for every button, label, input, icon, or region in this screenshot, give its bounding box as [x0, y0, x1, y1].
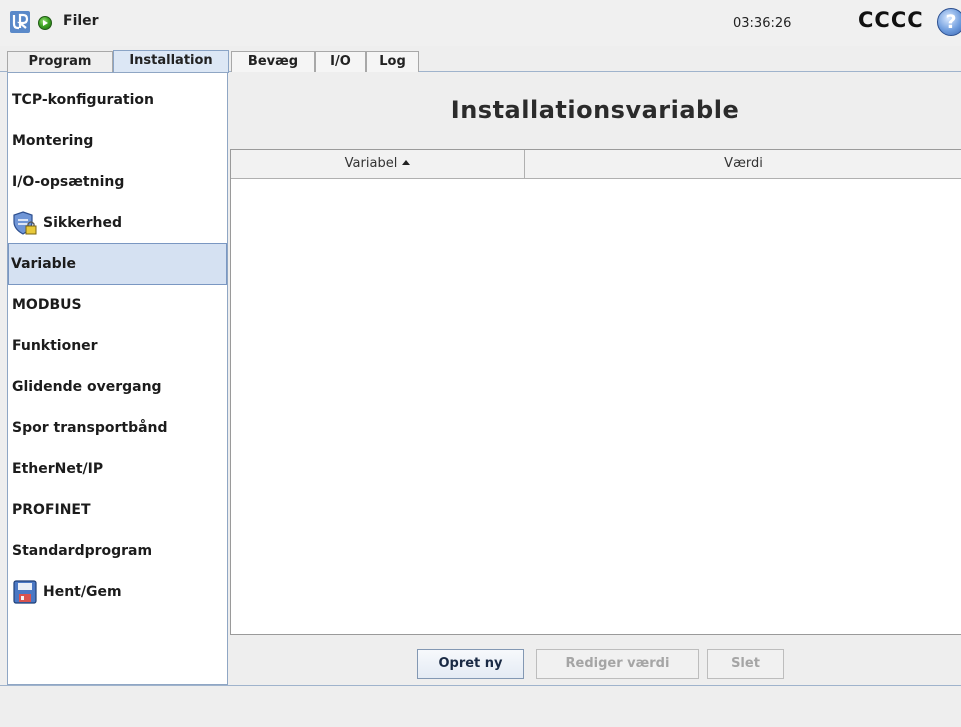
- tab-installation[interactable]: Installation: [113, 50, 229, 73]
- sidebar-item-label: Standardprogram: [12, 543, 153, 559]
- sidebar-item-ethernet-ip[interactable]: EtherNet/IP: [10, 449, 227, 489]
- sidebar-item-mounting[interactable]: Montering: [10, 121, 227, 161]
- sidebar-item-modbus[interactable]: MODBUS: [10, 285, 227, 325]
- sidebar-item-label: Funktioner: [12, 338, 98, 354]
- save-disk-icon: [13, 580, 37, 604]
- sidebar-item-label: Montering: [12, 133, 94, 149]
- help-icon[interactable]: ?: [937, 8, 961, 36]
- sidebar-item-features[interactable]: Funktioner: [10, 326, 227, 366]
- main-panel: Installationsvariable Variabel Værdi Opr…: [229, 72, 961, 685]
- tab-log[interactable]: Log: [366, 51, 419, 72]
- robot-name: CCCC: [858, 8, 924, 32]
- sidebar-item-safety[interactable]: Sikkerhed: [10, 203, 227, 243]
- sidebar-item-label: Hent/Gem: [43, 584, 122, 600]
- sidebar-item-label: Variable: [11, 256, 76, 272]
- ur-logo-icon: [10, 11, 30, 33]
- sidebar-item-label: Spor transportbånd: [12, 420, 168, 436]
- running-status-icon: [38, 16, 52, 30]
- tab-move[interactable]: Bevæg: [231, 51, 315, 72]
- sort-ascending-icon: [402, 160, 411, 165]
- sidebar-item-default-program[interactable]: Standardprogram: [10, 531, 227, 571]
- tab-bar: Program Installation Bevæg I/O Log: [0, 46, 961, 73]
- sidebar-item-label: EtherNet/IP: [12, 461, 104, 477]
- column-header-label: Værdi: [724, 156, 763, 171]
- sidebar-item-label: Glidende overgang: [12, 379, 162, 395]
- sidebar-item-label: PROFINET: [12, 502, 91, 518]
- sidebar-item-profinet[interactable]: PROFINET: [10, 490, 227, 530]
- sidebar-item-tcp[interactable]: TCP-konfiguration: [10, 80, 227, 120]
- column-header-value[interactable]: Værdi: [525, 150, 961, 178]
- edit-value-button[interactable]: Rediger værdi: [536, 649, 699, 679]
- sidebar-item-smooth-transition[interactable]: Glidende overgang: [10, 367, 227, 407]
- column-header-variable[interactable]: Variabel: [231, 150, 525, 178]
- sidebar-item-label: TCP-konfiguration: [12, 92, 154, 108]
- column-header-label: Variabel: [344, 156, 398, 171]
- create-new-button[interactable]: Opret ny: [417, 649, 524, 679]
- title-bar: Filer 03:36:26 CCCC ?: [0, 0, 961, 46]
- footer-divider: [0, 685, 961, 686]
- clock: 03:36:26: [733, 16, 792, 31]
- sidebar-item-load-save[interactable]: Hent/Gem: [10, 572, 227, 612]
- tab-program[interactable]: Program: [7, 51, 113, 72]
- tab-io[interactable]: I/O: [315, 51, 366, 72]
- sidebar-item-io-setup[interactable]: I/O-opsætning: [10, 162, 227, 202]
- page-title: Installationsvariable: [450, 96, 740, 124]
- sidebar-item-label: I/O-opsætning: [12, 174, 125, 190]
- variables-table[interactable]: Variabel Værdi: [230, 149, 961, 635]
- file-menu[interactable]: Filer: [63, 13, 99, 29]
- sidebar-item-conveyor-tracking[interactable]: Spor transportbånd: [10, 408, 227, 448]
- sidebar-item-variables[interactable]: Variable: [8, 243, 227, 285]
- shield-lock-icon: [13, 211, 37, 235]
- delete-button[interactable]: Slet: [707, 649, 784, 679]
- installation-sidebar: TCP-konfiguration Montering I/O-opsætnin…: [7, 72, 228, 685]
- sidebar-item-label: Sikkerhed: [43, 215, 123, 231]
- table-header: Variabel Værdi: [231, 150, 961, 179]
- sidebar-item-label: MODBUS: [12, 297, 82, 313]
